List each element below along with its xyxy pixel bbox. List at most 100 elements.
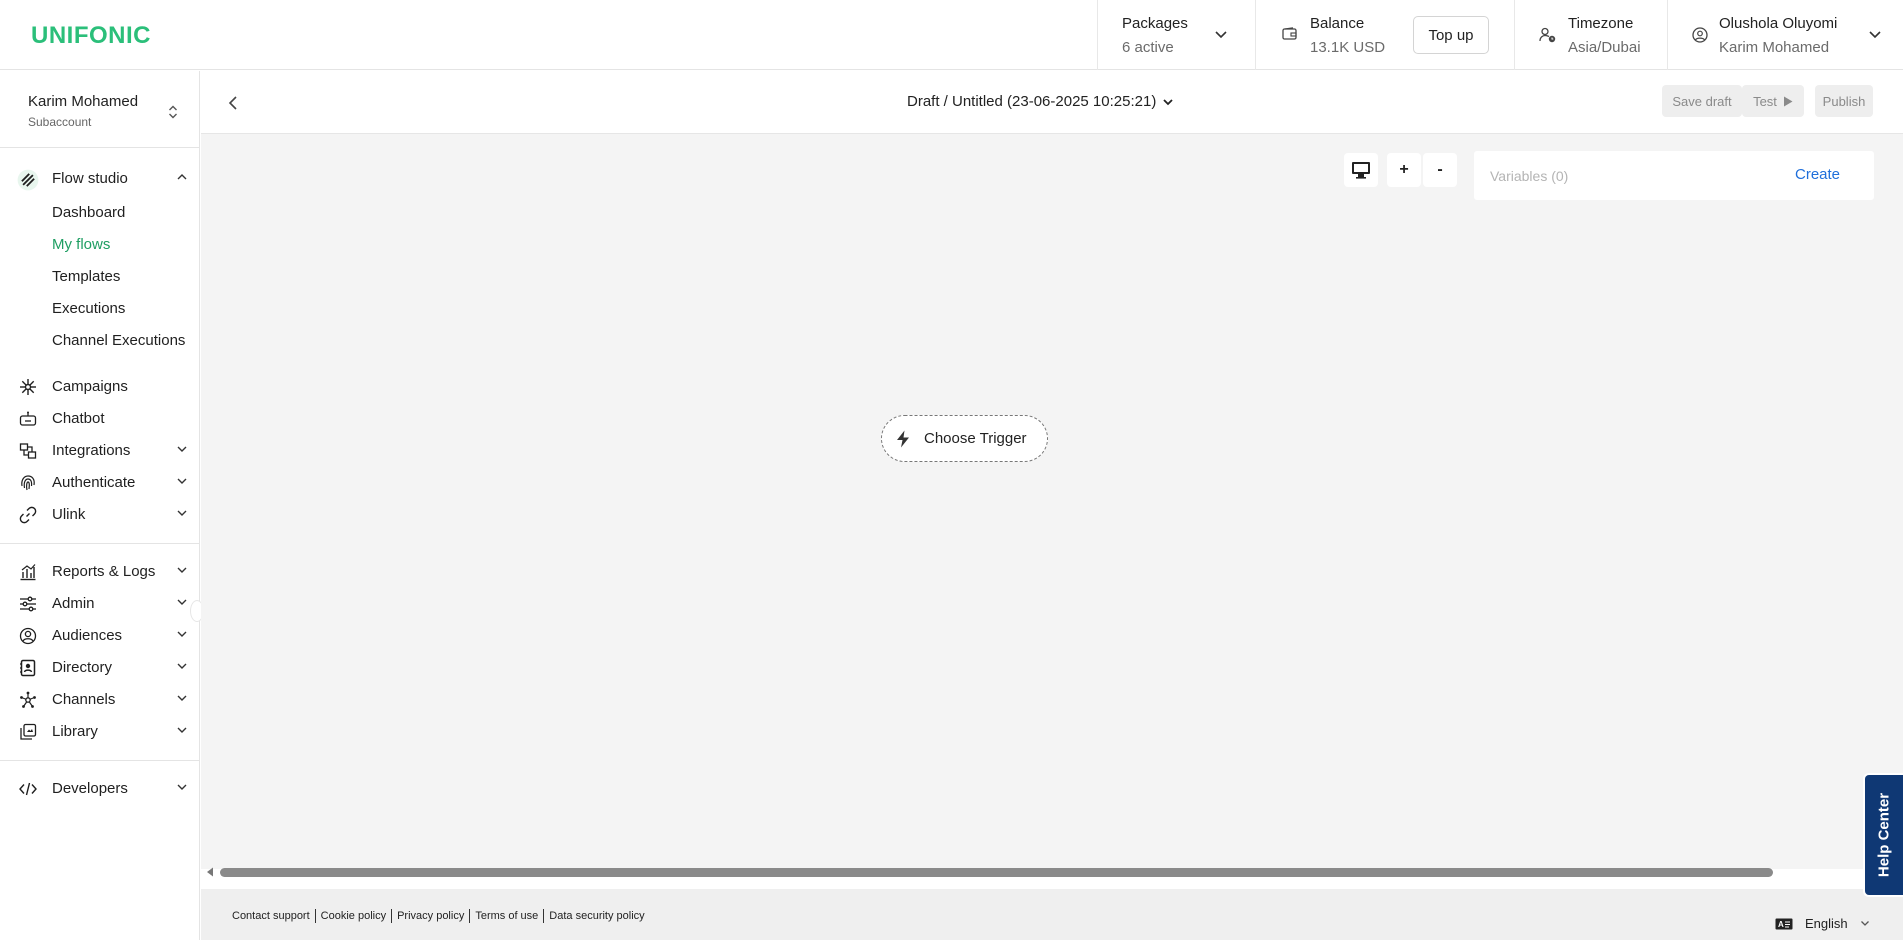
sidebar-item-admin[interactable]: Admin <box>0 588 200 618</box>
zoom-out-button[interactable]: - <box>1423 153 1457 187</box>
lightning-icon <box>897 430 909 447</box>
chevron-down-icon <box>1215 31 1227 39</box>
back-arrow-icon[interactable] <box>221 91 245 115</box>
chevron-down-icon <box>1869 31 1881 39</box>
sidebar-subitem-executions[interactable]: Executions <box>52 300 125 317</box>
sidebar-item-library[interactable]: Library <box>0 716 200 746</box>
cookie-policy-link[interactable]: Cookie policy <box>321 910 386 922</box>
chatbot-icon <box>19 411 37 426</box>
sidebar-item-flow-studio[interactable]: Flow studio <box>0 163 200 193</box>
wallet-icon <box>1282 27 1297 40</box>
data-security-policy-link[interactable]: Data security policy <box>549 910 644 922</box>
sidebar-item-label: Library <box>52 723 98 740</box>
sidebar-item-label: Reports & Logs <box>52 563 156 580</box>
user-name: Olushola Oluyomi <box>1719 15 1838 32</box>
flow-canvas[interactable]: + - Variables (0) Create Choose Trigger <box>201 134 1903 877</box>
timezone-title: Timezone <box>1568 15 1634 32</box>
library-icon <box>20 723 37 740</box>
privacy-policy-link[interactable]: Privacy policy <box>397 910 464 922</box>
balance-value: 13.1K USD <box>1310 39 1386 56</box>
sidebar-subitem-templates[interactable]: Templates <box>52 268 120 285</box>
language-label: English <box>1805 916 1848 931</box>
link-icon <box>19 506 37 524</box>
help-center-label: Help Center <box>1875 792 1893 878</box>
sidebar-item-label: Ulink <box>52 506 86 523</box>
flow-studio-icon <box>17 169 39 191</box>
sidebar-item-audiences[interactable]: Audiences <box>0 620 200 650</box>
terms-of-use-link[interactable]: Terms of use <box>475 910 538 922</box>
chevron-down-icon <box>177 663 187 669</box>
packages-title: Packages <box>1122 15 1188 32</box>
sidebar-subitem-dashboard[interactable]: Dashboard <box>52 204 125 221</box>
sidebar-item-reports-logs[interactable]: Reports & Logs <box>0 556 200 586</box>
play-icon <box>1783 96 1793 106</box>
chevron-down-icon <box>177 446 187 452</box>
reports-icon <box>20 564 36 581</box>
test-label: Test <box>1753 93 1777 109</box>
chevron-down-icon <box>1163 98 1173 105</box>
sidebar-item-campaigns[interactable]: Campaigns <box>0 371 200 401</box>
horizontal-scrollbar[interactable] <box>206 867 1903 877</box>
language-icon: A <box>1775 918 1793 929</box>
editor-header: Draft / Untitled (23-06-2025 10:25:21) S… <box>201 71 1903 134</box>
zoom-in-button[interactable]: + <box>1387 153 1421 187</box>
account-switcher[interactable]: Karim Mohamed Subaccount <box>0 71 200 147</box>
integrations-icon <box>19 443 37 459</box>
sidebar-subitem-my-flows[interactable]: My flows <box>52 236 110 253</box>
variables-count: Variables (0) <box>1490 168 1569 184</box>
account-type: Subaccount <box>28 115 92 129</box>
directory-icon <box>20 659 36 677</box>
timezone-value: Asia/Dubai <box>1568 39 1641 56</box>
flow-title-dropdown[interactable]: Draft / Untitled (23-06-2025 10:25:21) <box>907 93 1174 110</box>
sidebar-item-label: Flow studio <box>52 170 128 187</box>
chevron-down-icon <box>177 567 187 573</box>
choose-trigger-node[interactable]: Choose Trigger <box>881 415 1048 462</box>
sidebar-item-developers[interactable]: Developers <box>0 773 200 803</box>
link-separator <box>543 909 545 923</box>
code-icon <box>19 782 37 796</box>
test-button[interactable]: Test <box>1742 85 1804 117</box>
sidebar-item-label: Chatbot <box>52 410 105 427</box>
variables-panel: Variables (0) Create <box>1474 151 1874 200</box>
user-clock-icon <box>1539 27 1556 43</box>
sidebar-item-label: Channels <box>52 691 116 708</box>
publish-button[interactable]: Publish <box>1815 85 1873 117</box>
language-selector[interactable]: A English <box>1775 916 1870 931</box>
sidebar-divider <box>0 147 200 148</box>
desktop-view-button[interactable] <box>1344 153 1378 187</box>
chevron-down-icon <box>177 784 187 790</box>
sidebar-item-label: Directory <box>52 659 113 676</box>
sidebar-item-channels[interactable]: Channels <box>0 684 200 714</box>
chevron-down-icon <box>177 695 187 701</box>
svg-text:A: A <box>1778 920 1784 929</box>
user-menu[interactable]: Olushola Oluyomi Karim Mohamed <box>1667 0 1903 70</box>
chevron-down-icon <box>177 478 187 484</box>
sidebar-divider <box>0 760 200 761</box>
audiences-icon <box>19 627 37 645</box>
scroll-left-arrow-icon[interactable] <box>206 867 214 877</box>
unifonic-logo[interactable]: UNIFONIC <box>31 22 151 50</box>
sidebar-subitem-channel-executions[interactable]: Channel Executions <box>52 332 185 349</box>
sort-toggle-icon <box>169 105 177 119</box>
save-draft-button[interactable]: Save draft <box>1662 85 1742 117</box>
packages-dropdown[interactable]: Packages 6 active <box>1097 0 1255 70</box>
timezone-section[interactable]: Timezone Asia/Dubai <box>1514 0 1667 70</box>
sidebar-item-authenticate[interactable]: Authenticate <box>0 467 200 497</box>
sidebar-item-chatbot[interactable]: Chatbot <box>0 403 200 433</box>
choose-trigger-label: Choose Trigger <box>924 430 1027 447</box>
top-up-button[interactable]: Top up <box>1413 16 1489 54</box>
sidebar-item-integrations[interactable]: Integrations <box>0 435 200 465</box>
sidebar-item-label: Audiences <box>52 627 123 644</box>
chevron-up-icon <box>177 174 187 180</box>
scrollbar-thumb[interactable] <box>220 868 1773 877</box>
sidebar-item-directory[interactable]: Directory <box>0 652 200 682</box>
sidebar-item-label: Campaigns <box>52 378 128 395</box>
contact-support-link[interactable]: Contact support <box>232 910 310 922</box>
top-bar: UNIFONIC Packages 6 active Balance 13.1K… <box>0 0 1903 70</box>
create-variable-link[interactable]: Create <box>1795 166 1840 183</box>
help-center-tab[interactable]: Help Center <box>1863 773 1903 897</box>
balance-title: Balance <box>1310 15 1365 32</box>
link-separator <box>391 909 393 923</box>
sidebar-item-ulink[interactable]: Ulink <box>0 499 200 529</box>
sidebar-item-label: Integrations <box>52 442 131 459</box>
